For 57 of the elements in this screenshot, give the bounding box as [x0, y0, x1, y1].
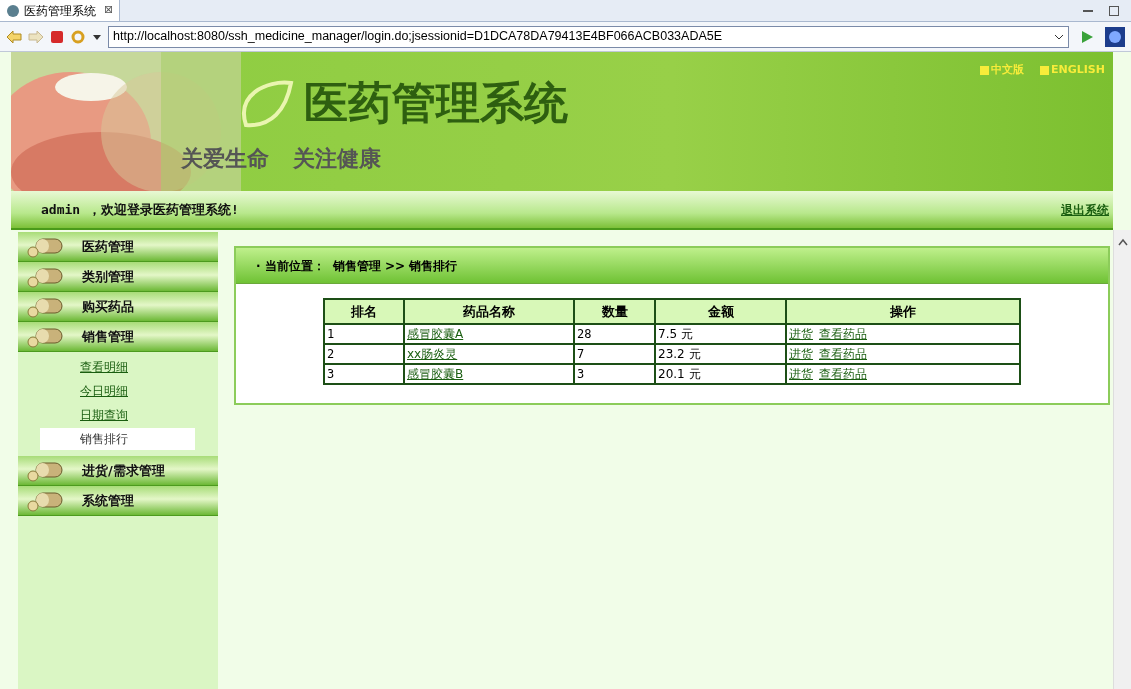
- table-cell: 20.1 元: [655, 364, 786, 384]
- action-link[interactable]: 进货: [789, 365, 813, 383]
- welcome-message: admin ，欢迎登录医药管理系统!: [41, 200, 239, 219]
- submenu-link[interactable]: 今日明细: [40, 380, 195, 402]
- table-cell: 23.2 元: [655, 344, 786, 364]
- minimize-icon[interactable]: [1083, 9, 1093, 12]
- capsule-icon: [26, 325, 66, 348]
- browser-tab[interactable]: 医药管理系统 ⊠: [0, 0, 121, 21]
- menu-item[interactable]: 购买药品: [18, 292, 218, 322]
- submenu-link[interactable]: 日期查询: [40, 404, 195, 426]
- table-cell: 7.5 元: [655, 324, 786, 344]
- table-cell: 3: [324, 364, 404, 384]
- action-link[interactable]: 进货: [789, 325, 813, 343]
- menu-item[interactable]: 进货/需求管理: [18, 456, 218, 486]
- slogan: 关爱生命: [181, 144, 269, 173]
- capsule-icon: [26, 295, 66, 318]
- go-icon[interactable]: [1079, 28, 1095, 45]
- table-cell: 7: [574, 344, 655, 364]
- scroll-up-icon[interactable]: [1117, 238, 1128, 246]
- back-icon[interactable]: [6, 29, 22, 44]
- logout-link[interactable]: 退出系统: [1061, 200, 1109, 219]
- menu-item[interactable]: 类别管理: [18, 262, 218, 292]
- globe-icon: [6, 3, 20, 18]
- action-link[interactable]: 进货: [789, 345, 813, 363]
- breadcrumb-label: · 当前位置：: [256, 257, 325, 275]
- scrollbar[interactable]: [1113, 230, 1131, 689]
- square-icon: [1040, 65, 1049, 75]
- column-header: 排名: [324, 299, 404, 324]
- menu-item[interactable]: 医药管理: [18, 232, 218, 262]
- capsule-icon: [26, 489, 66, 512]
- slogan: 关注健康: [293, 144, 381, 173]
- column-header: 金额: [655, 299, 786, 324]
- close-icon[interactable]: ⊠: [104, 2, 114, 19]
- table-cell: 2: [324, 344, 404, 364]
- capsule-icon: [26, 235, 66, 258]
- maximize-icon[interactable]: [1109, 5, 1119, 16]
- menu-item[interactable]: 销售管理: [18, 322, 218, 352]
- capsule-icon: [26, 459, 66, 482]
- action-link[interactable]: 查看药品: [819, 365, 867, 383]
- breadcrumb-path: 销售管理 >> 销售排行: [332, 257, 458, 275]
- table-cell: 1: [324, 324, 404, 344]
- submenu-link[interactable]: 查看明细: [40, 356, 195, 378]
- square-icon: [980, 65, 989, 75]
- site-title: 医药管理系统: [304, 76, 568, 130]
- capsule-icon: [26, 265, 66, 288]
- submenu-link[interactable]: 销售排行: [40, 428, 195, 450]
- app-icon[interactable]: [1105, 26, 1125, 47]
- action-link[interactable]: 查看药品: [819, 325, 867, 343]
- stop-icon[interactable]: [50, 29, 64, 44]
- address-field[interactable]: http://localhost:8080/ssh_medicine_manager/login.do;jsessionid=D1DCA78DA79413E4BF066ACB033ADA5E: [108, 25, 1069, 48]
- table-cell: 28: [574, 324, 655, 344]
- column-header: 数量: [574, 299, 655, 324]
- action-link[interactable]: 查看药品: [819, 345, 867, 363]
- table-cell: 3: [574, 364, 655, 384]
- column-header: 药品名称: [404, 299, 574, 324]
- column-header: 操作: [786, 299, 1020, 324]
- menu-item[interactable]: 系统管理: [18, 486, 218, 516]
